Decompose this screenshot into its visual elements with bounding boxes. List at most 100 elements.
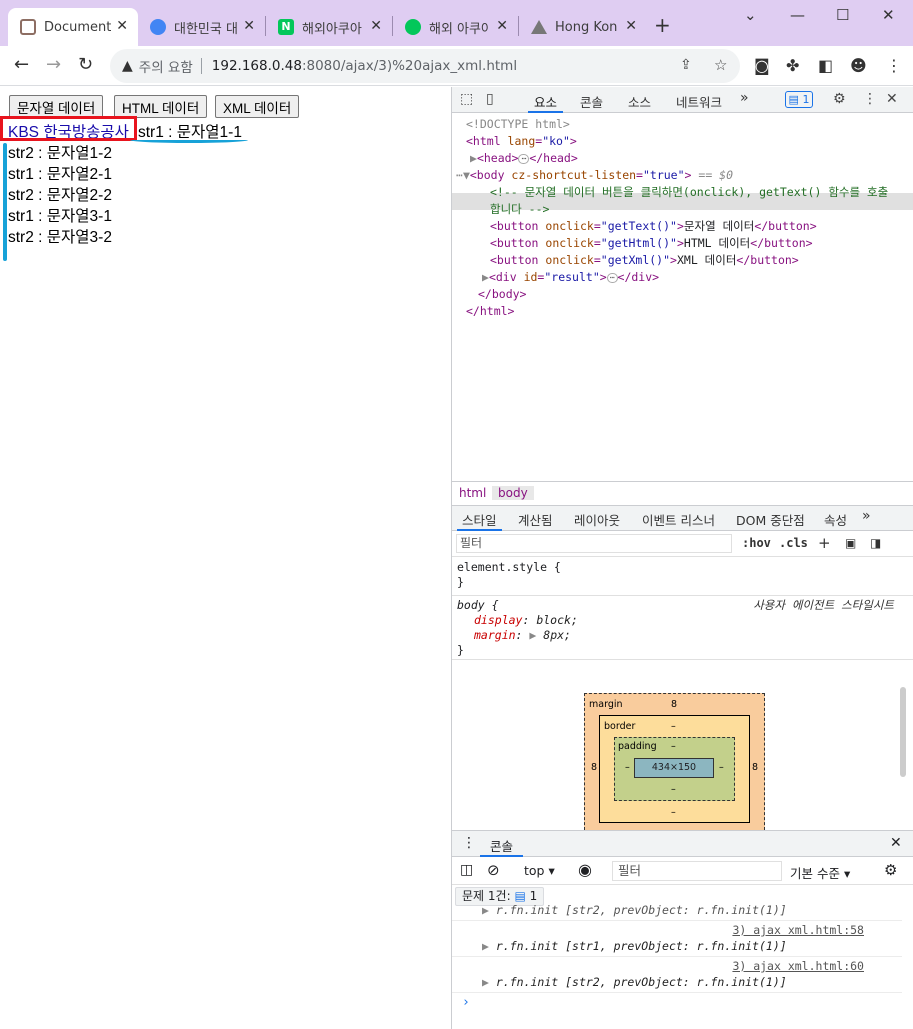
- side-panel-icon[interactable]: ◧: [818, 56, 833, 75]
- context-selector[interactable]: top ▾: [524, 863, 555, 878]
- extensions-puzzle-icon[interactable]: ✤: [786, 56, 799, 75]
- camera-icon[interactable]: ◙: [754, 56, 770, 75]
- tab-elements[interactable]: 요소: [527, 92, 564, 113]
- close-devtools-icon[interactable]: ✕: [886, 91, 898, 107]
- button-node-html[interactable]: <button onclick="getHtml()">HTML 데이터</bu…: [490, 235, 813, 252]
- inspect-element-icon[interactable]: ⬚: [460, 91, 473, 107]
- log-divider: [452, 956, 902, 957]
- sidebar-toggle-icon[interactable]: ◫: [460, 862, 473, 878]
- body-node[interactable]: ⋯▼<body cz-shortcut-listen="true"> == $0: [456, 167, 733, 184]
- console-settings-gear-icon[interactable]: ⚙: [884, 861, 897, 879]
- reload-icon[interactable]: ↻: [78, 54, 93, 75]
- tab-korea[interactable]: 대한민국 대 ✕: [138, 8, 265, 46]
- breadcrumb-body[interactable]: body: [492, 486, 534, 500]
- tab-console[interactable]: 콘솔: [580, 92, 603, 111]
- close-drawer-icon[interactable]: ✕: [890, 835, 902, 851]
- security-warning-label[interactable]: 주의 요함: [139, 56, 193, 76]
- log-divider: [452, 920, 902, 921]
- log-message[interactable]: ▶ r.fn.init [str2, prevObject: r.fn.init…: [482, 975, 787, 990]
- tab-document[interactable]: Document ✕: [8, 8, 138, 46]
- tab-event-listeners[interactable]: 이벤트 리스너: [642, 510, 715, 529]
- more-tabs-chevron-icon[interactable]: »: [740, 90, 749, 106]
- box-model-margin[interactable]: margin 8 8 8 border – – padding – – – – …: [584, 693, 765, 835]
- close-tab-icon[interactable]: ✕: [243, 18, 255, 34]
- issues-badge[interactable]: ▤ 1: [785, 91, 813, 108]
- close-tab-icon[interactable]: ✕: [496, 18, 508, 34]
- doctype-node[interactable]: <!DOCTYPE html>: [466, 116, 570, 133]
- tab-properties[interactable]: 속성: [824, 510, 847, 529]
- console-filter-input[interactable]: 필터: [612, 861, 782, 881]
- html-data-button[interactable]: HTML 데이터: [114, 95, 208, 118]
- new-rule-plus-icon[interactable]: +: [818, 534, 831, 552]
- tab-styles[interactable]: 스타일: [457, 510, 501, 531]
- log-source-link[interactable]: 3) ajax xml.html:58: [732, 923, 864, 938]
- close-tab-icon[interactable]: ✕: [370, 18, 382, 34]
- div-result-node[interactable]: ▶<div id="result"> ⋯ </div>: [482, 269, 659, 286]
- styles-filter-input[interactable]: 필터: [456, 534, 732, 553]
- log-message[interactable]: ▶ r.fn.init [str1, prevObject: r.fn.init…: [482, 939, 787, 954]
- log-message[interactable]: ▶ r.fn.init [str2, prevObject: r.fn.init…: [482, 903, 787, 918]
- clear-console-icon[interactable]: ⊘: [487, 861, 500, 879]
- breadcrumb-html[interactable]: html: [459, 486, 486, 500]
- devtools-tabbar: ⬚ ▯ 요소 콘솔 소스 네트워크 » ▤ 1 ⚙ ⋮ ✕: [452, 87, 913, 113]
- tab-aqua-2[interactable]: 해외 아쿠아 ✕: [393, 8, 518, 46]
- box-model-padding[interactable]: padding – – – – 434×150: [614, 737, 735, 801]
- more-tabs-chevron-icon[interactable]: »: [862, 508, 871, 524]
- body-selector[interactable]: body {: [457, 598, 499, 613]
- close-tab-icon[interactable]: ✕: [116, 18, 128, 34]
- body-close-node[interactable]: </body>: [478, 286, 526, 303]
- box-model-border[interactable]: border – – padding – – – – 434×150: [599, 715, 750, 823]
- warning-triangle-icon[interactable]: ▲: [122, 58, 133, 74]
- tab-network[interactable]: 네트워크: [676, 92, 722, 111]
- console-prompt[interactable]: ›: [462, 995, 470, 1010]
- page-viewport: 문자열 데이터 HTML 데이터 XML 데이터 KBS 한국방송공사 str1…: [0, 87, 451, 1029]
- tab-sources[interactable]: 소스: [628, 92, 651, 111]
- toggle-sidebar-icon[interactable]: ◨: [870, 536, 881, 550]
- address-bar[interactable]: ▲ 주의 요함 192.168.0.48:8080/ajax/3)%20ajax…: [110, 49, 740, 83]
- back-arrow-icon[interactable]: ←: [14, 54, 29, 75]
- string-data-button[interactable]: 문자열 데이터: [9, 95, 104, 118]
- tab-layout[interactable]: 레이아웃: [574, 510, 620, 529]
- comment-node[interactable]: <!-- 문자열 데이터 버튼을 클릭하면(onclick), getText(…: [490, 184, 888, 201]
- new-tab-button[interactable]: +: [654, 13, 671, 37]
- menu-kebab-icon[interactable]: ⋮: [886, 56, 902, 75]
- close-window-icon[interactable]: ✕: [882, 6, 895, 24]
- display-declaration[interactable]: display: block;: [474, 613, 578, 628]
- eye-icon[interactable]: ◉: [578, 860, 592, 879]
- head-node[interactable]: ▶<head> ⋯ </head>: [470, 150, 578, 167]
- button-node-text[interactable]: <button onclick="getText()">문자열 데이터</but…: [490, 218, 817, 235]
- close-tab-icon[interactable]: ✕: [625, 18, 637, 34]
- styles-scrollbar[interactable]: [900, 687, 906, 777]
- html-close-node[interactable]: </html>: [466, 303, 514, 320]
- forward-arrow-icon[interactable]: →: [46, 54, 61, 75]
- result-line: str2 : 문자열3-2: [8, 229, 112, 246]
- minimize-icon[interactable]: —: [790, 6, 805, 24]
- tab-hongkong[interactable]: Hong Kong ✕: [519, 8, 647, 46]
- profile-avatar-icon[interactable]: ☻: [850, 56, 867, 75]
- share-icon[interactable]: ⇪: [680, 57, 692, 73]
- devtools-menu-icon[interactable]: ⋮: [863, 91, 877, 107]
- tab-computed[interactable]: 계산됨: [518, 510, 553, 529]
- device-toolbar-icon[interactable]: ▯: [486, 91, 494, 107]
- user-agent-stylesheet-label: 사용자 에이전트 스타일시트: [753, 598, 894, 612]
- log-levels-dropdown[interactable]: 기본 수준 ▾: [790, 863, 850, 882]
- log-source-link[interactable]: 3) ajax xml.html:60: [732, 959, 864, 974]
- tab-aqua-1[interactable]: N 해외아쿠아 ✕: [266, 8, 392, 46]
- padding-right-value: –: [719, 762, 724, 773]
- tab-dom-breakpoints[interactable]: DOM 중단점: [736, 510, 805, 529]
- element-style-selector[interactable]: element.style {: [457, 560, 561, 575]
- margin-declaration[interactable]: margin: ▶ 8px;: [474, 628, 571, 643]
- html-node[interactable]: <html lang="ko">: [466, 133, 577, 150]
- cls-toggle[interactable]: .cls: [779, 536, 808, 550]
- settings-gear-icon[interactable]: ⚙: [833, 91, 846, 107]
- hov-toggle[interactable]: :hov: [742, 536, 771, 550]
- paint-brush-icon[interactable]: ▣: [845, 536, 856, 550]
- box-model-content[interactable]: 434×150: [634, 758, 714, 778]
- button-node-xml[interactable]: <button onclick="getXml()">XML 데이터</butt…: [490, 252, 799, 269]
- bookmark-star-icon[interactable]: ☆: [714, 56, 727, 74]
- drawer-menu-icon[interactable]: ⋮: [462, 835, 476, 851]
- xml-data-button[interactable]: XML 데이터: [215, 95, 300, 118]
- console-drawer-tab[interactable]: 콘솔: [479, 836, 524, 857]
- maximize-icon[interactable]: ☐: [836, 6, 849, 24]
- tab-search-icon[interactable]: ⌄: [744, 6, 757, 24]
